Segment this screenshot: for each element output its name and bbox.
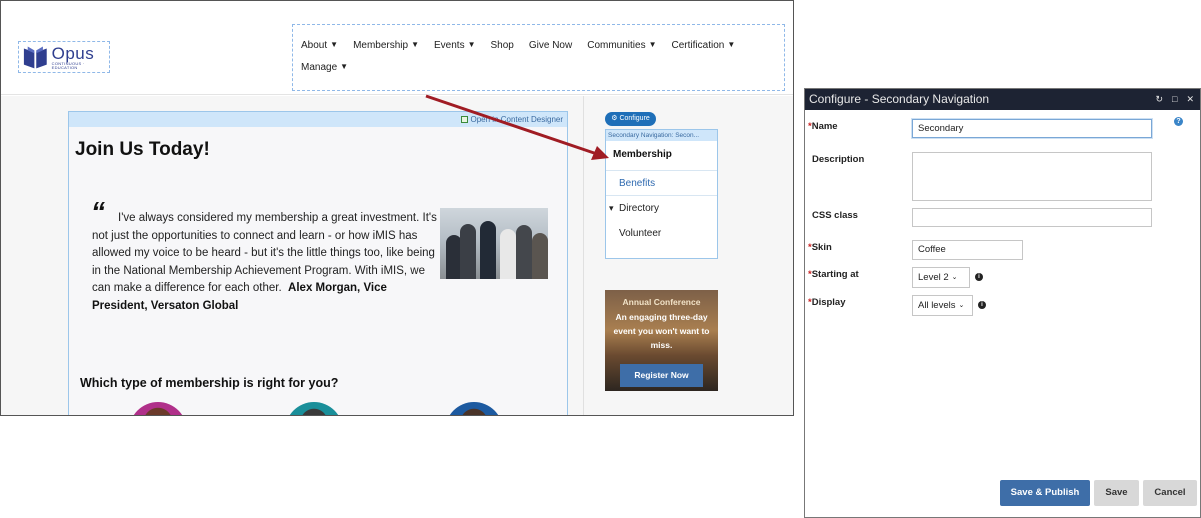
nav-certification[interactable]: Certification ▼	[672, 35, 736, 57]
nav-manage-label: Manage	[301, 62, 338, 73]
close-icon[interactable]: ✕	[1186, 89, 1194, 110]
secondary-nav-volunteer[interactable]: Volunteer	[606, 221, 717, 246]
description-field[interactable]	[912, 152, 1152, 201]
ad-title: Annual Conference	[622, 297, 701, 307]
display-label: *Display	[808, 297, 846, 308]
nav-give-now[interactable]: Give Now	[529, 35, 572, 57]
skin-label: *Skin	[808, 242, 832, 253]
avatar	[129, 402, 187, 415]
gear-icon: ⚙	[611, 115, 618, 122]
logo-name: Opus	[51, 43, 95, 63]
dialog-title: Configure - Secondary Navigation	[809, 92, 990, 106]
chevron-down-icon: ▼	[340, 62, 349, 71]
nav-certification-label: Certification	[671, 40, 725, 51]
website-preview: Opus CONTINUOUS · EDUCATION About ▼ Membe…	[0, 0, 794, 416]
page-title: Join Us Today!	[75, 139, 210, 160]
nav-communities[interactable]: Communities ▼	[587, 35, 656, 57]
nav-communities-label: Communities	[587, 40, 646, 51]
maximize-icon[interactable]: □	[1172, 89, 1177, 110]
chevron-down-icon: ▼	[330, 40, 339, 49]
logo-tagline: CONTINUOUS · EDUCATION	[51, 60, 85, 70]
main-content-zone: Open in Content Designer Join Us Today! …	[68, 111, 568, 415]
css-class-field[interactable]	[912, 208, 1152, 227]
photo-person	[516, 225, 532, 279]
info-icon[interactable]: i	[975, 273, 983, 281]
skin-label-text: Skin	[811, 242, 832, 253]
nav-manage[interactable]: Manage ▼	[301, 57, 348, 79]
chevron-down-icon: ▼	[648, 40, 657, 49]
save-button[interactable]: Save	[1094, 480, 1139, 506]
nav-events-label: Events	[434, 40, 465, 51]
nav-membership-label: Membership	[353, 40, 409, 51]
register-now-button[interactable]: Register Now	[620, 364, 703, 387]
name-field[interactable]: Secondary	[912, 119, 1152, 138]
secondary-nav-label: Directory	[619, 203, 660, 214]
starting-at-label: *Starting at	[808, 269, 859, 280]
secondary-nav-directory[interactable]: ▾ Directory	[606, 196, 717, 221]
site-body: Open in Content Designer Join Us Today! …	[1, 96, 793, 415]
sidebar-zone: ⚙ Configure Secondary Navigation: Secon.…	[583, 96, 793, 415]
avatar	[445, 402, 503, 415]
refresh-icon[interactable]: ↻	[1155, 89, 1163, 110]
display-select[interactable]: All levels ⌄	[912, 295, 973, 316]
site-header: Opus CONTINUOUS · EDUCATION About ▼ Membe…	[1, 1, 793, 95]
secondary-nav-label: Volunteer	[619, 228, 662, 239]
secondary-nav-root[interactable]: Membership	[606, 141, 717, 171]
main-navigation: About ▼ Membership ▼ Events ▼ Shop Give Now…	[292, 24, 785, 91]
chevron-down-icon: ▼	[467, 40, 476, 49]
save-publish-button[interactable]: Save & Publish	[1000, 480, 1090, 506]
secondary-nav-label: Benefits	[619, 178, 656, 189]
chevron-down-icon: ▼	[411, 40, 420, 49]
photo-person	[460, 224, 476, 279]
help-icon[interactable]: ?	[1174, 117, 1183, 126]
book-logo-icon	[23, 46, 47, 69]
display-value: All levels	[918, 300, 956, 311]
photo-person	[532, 233, 548, 279]
configure-button[interactable]: ⚙ Configure	[605, 112, 656, 126]
display-label-text: Display	[811, 297, 846, 308]
info-icon[interactable]: i	[978, 301, 986, 309]
cancel-button[interactable]: Cancel	[1143, 480, 1197, 506]
ad-text: An engaging three-day event you won't wa…	[613, 312, 710, 350]
nav-membership[interactable]: Membership ▼	[353, 35, 419, 57]
nav-about[interactable]: About ▼	[301, 35, 338, 57]
nav-about-label: About	[301, 40, 328, 51]
starting-at-value: Level 2	[918, 272, 949, 283]
nav-give-now-label: Give Now	[528, 40, 573, 51]
designer-icon	[460, 116, 468, 123]
page: Opus CONTINUOUS · EDUCATION About ▼ Membe…	[0, 0, 1201, 518]
chevron-down-icon: ▼	[727, 40, 736, 49]
nav-shop[interactable]: Shop	[491, 35, 514, 57]
chevron-down-icon: ⌄	[958, 302, 965, 309]
dialog-titlebar: Configure - Secondary Navigation ↻ □ ✕	[805, 89, 1200, 110]
content-item-title: Secondary Navigation: Secon...	[606, 130, 717, 141]
configure-dialog: Configure - Secondary Navigation ↻ □ ✕ ?…	[804, 88, 1201, 518]
starting-at-select[interactable]: Level 2 ⌄	[912, 267, 970, 288]
configure-label: Configure	[619, 115, 650, 122]
secondary-nav-benefits[interactable]: Benefits	[606, 171, 717, 196]
open-content-designer-link[interactable]: Open in Content Designer	[69, 112, 567, 127]
name-label-text: Name	[811, 121, 838, 132]
description-label: Description	[812, 154, 865, 165]
testimonial-quote: I've always considered my membership a g…	[92, 210, 437, 316]
membership-heading: Which type of membership is right for yo…	[80, 376, 339, 390]
site-logo[interactable]: Opus CONTINUOUS · EDUCATION	[18, 41, 110, 73]
starting-at-label-text: Starting at	[811, 269, 859, 280]
nav-shop-label: Shop	[490, 40, 514, 51]
photo-person	[500, 229, 516, 279]
team-photo	[440, 208, 548, 279]
open-content-designer-label: Open in Content Designer	[470, 115, 564, 124]
skin-field[interactable]: Coffee	[912, 240, 1023, 260]
photo-person	[480, 221, 496, 279]
chevron-down-icon: ⌄	[951, 274, 958, 281]
name-label: *Name	[808, 121, 838, 132]
secondary-navigation: Secondary Navigation: Secon... Membershi…	[605, 129, 718, 259]
conference-ad: Annual Conference An engaging three-day …	[605, 290, 718, 391]
expand-icon[interactable]: ▾	[609, 196, 619, 221]
css-class-label: CSS class	[812, 210, 858, 221]
nav-events[interactable]: Events ▼	[434, 35, 476, 57]
avatar	[285, 402, 343, 415]
